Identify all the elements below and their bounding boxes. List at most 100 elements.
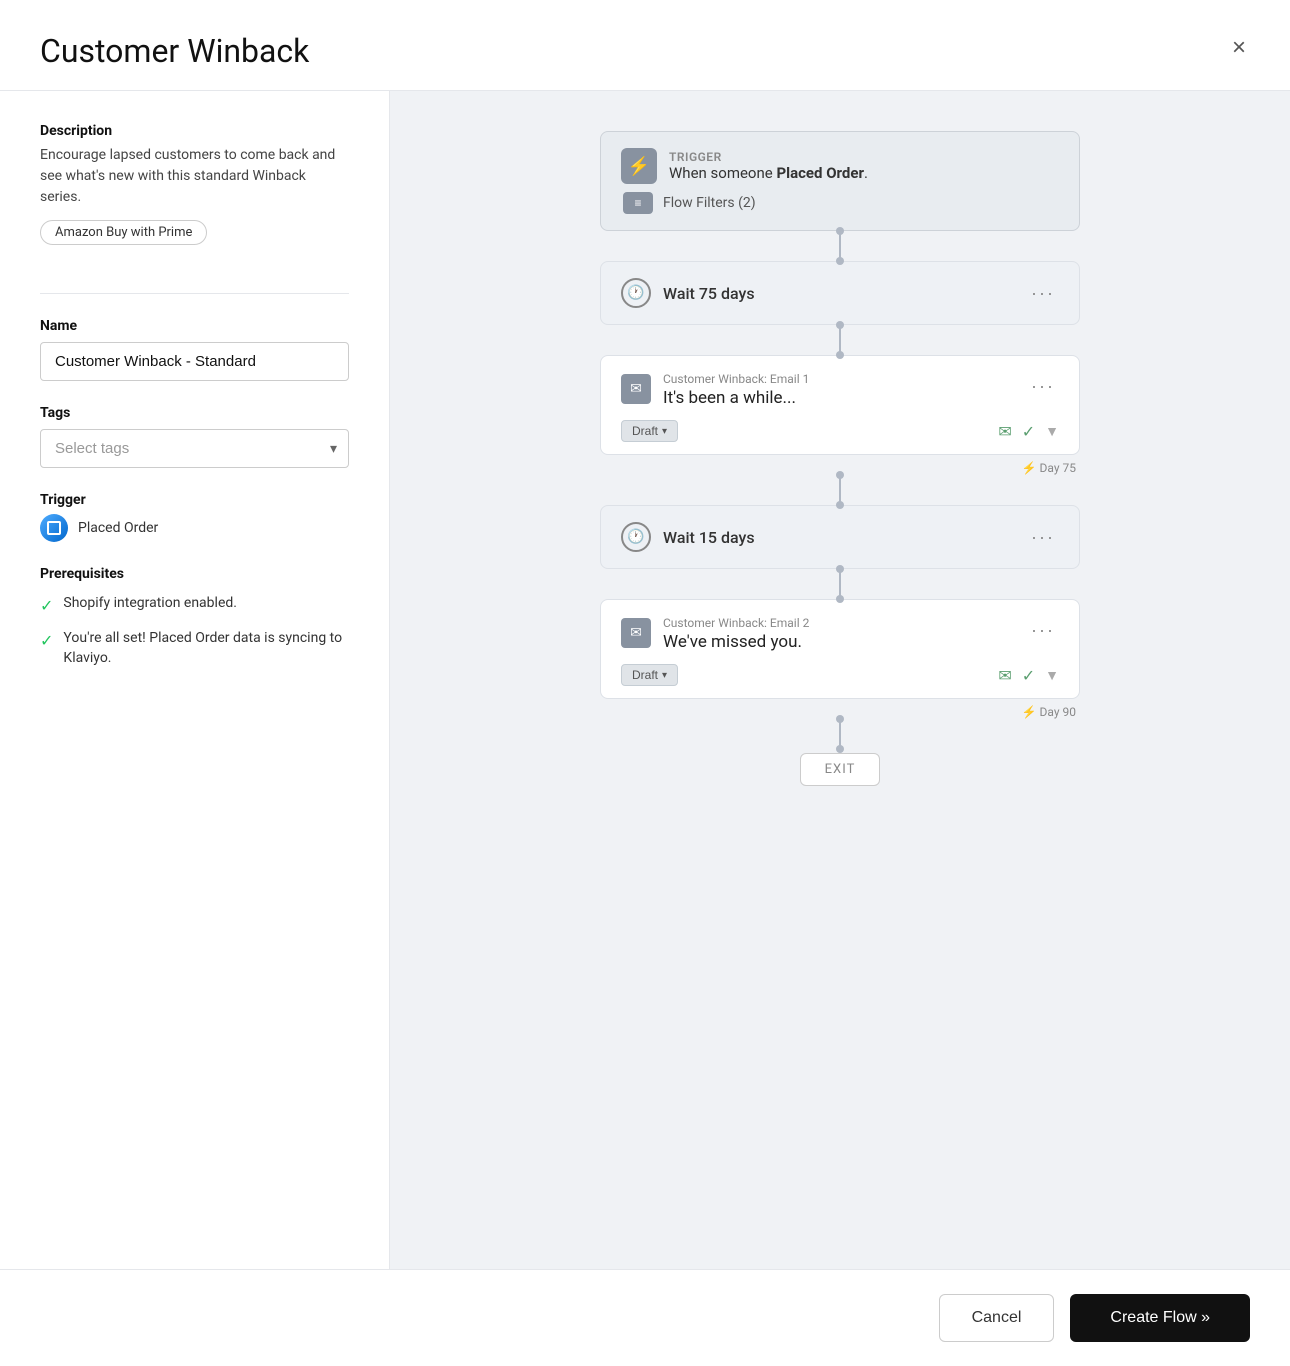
draft-badge-arrow-2: ▾ bbox=[662, 670, 667, 681]
trigger-card-text: When someone Placed Order. bbox=[669, 164, 868, 182]
email-card-2: ✉ Customer Winback: Email 2 We've missed… bbox=[600, 599, 1080, 699]
name-input[interactable] bbox=[40, 342, 349, 381]
modal-body: Description Encourage lapsed customers t… bbox=[0, 91, 1290, 1269]
flow-filters-label: Flow Filters (2) bbox=[663, 195, 756, 211]
email-2-menu-button[interactable]: ··· bbox=[1027, 616, 1059, 645]
tags-select-wrapper: Select tags ▾ bbox=[40, 429, 349, 468]
email-card-2-footer: Draft ▾ ✉ ✓ ▼ bbox=[621, 664, 1059, 686]
description-section: Description Encourage lapsed customers t… bbox=[40, 123, 349, 269]
modal: Customer Winback × Description Encourage… bbox=[0, 0, 1290, 1366]
wait-card-1: 🕐 Wait 75 days ··· bbox=[600, 261, 1080, 325]
left-panel: Description Encourage lapsed customers t… bbox=[0, 91, 390, 1269]
email-2-draft-badge[interactable]: Draft ▾ bbox=[621, 664, 678, 686]
description-text: Encourage lapsed customers to come back … bbox=[40, 145, 349, 208]
flow-container: ⚡ Trigger When someone Placed Order. ≡ F… bbox=[600, 131, 1080, 786]
email-card-2-name: Customer Winback: Email 2 bbox=[663, 616, 809, 630]
connector-dot-bottom-5 bbox=[836, 745, 844, 753]
close-button[interactable]: × bbox=[1228, 32, 1250, 64]
wait-2-menu-button[interactable]: ··· bbox=[1027, 523, 1059, 552]
email-1-draft-badge[interactable]: Draft ▾ bbox=[621, 420, 678, 442]
connector-dot-top-2 bbox=[836, 321, 844, 329]
trigger-card-label: Trigger bbox=[669, 150, 868, 164]
email-card-1-footer: Draft ▾ ✉ ✓ ▼ bbox=[621, 420, 1059, 442]
connector-2 bbox=[839, 325, 841, 355]
cancel-button[interactable]: Cancel bbox=[939, 1294, 1055, 1342]
trigger-text-prefix: When someone bbox=[669, 164, 776, 182]
tags-label: Tags bbox=[40, 405, 349, 421]
email-icon-1: ✉ bbox=[621, 374, 651, 404]
wait-card-2-left: 🕐 Wait 15 days bbox=[621, 522, 755, 552]
check-icon-2: ✓ bbox=[40, 630, 53, 652]
prerequisites-section: Prerequisites ✓ Shopify integration enab… bbox=[40, 566, 349, 669]
email-card-2-left: ✉ Customer Winback: Email 2 We've missed… bbox=[621, 616, 809, 652]
email-icon-2: ✉ bbox=[621, 618, 651, 648]
prereq-item-2: ✓ You're all set! Placed Order data is s… bbox=[40, 629, 349, 668]
trigger-card-info: Trigger When someone Placed Order. bbox=[669, 150, 868, 182]
prereq-text-1: Shopify integration enabled. bbox=[63, 594, 237, 614]
email-card-1-subject: It's been a while... bbox=[663, 388, 809, 408]
modal-title: Customer Winback bbox=[40, 32, 309, 70]
prereq-label: Prerequisites bbox=[40, 566, 349, 582]
connector-1 bbox=[839, 231, 841, 261]
trigger-text-bold: Placed Order bbox=[776, 164, 864, 182]
connector-dot-top-1 bbox=[836, 227, 844, 235]
email-1-action-icons: ✉ ✓ ▼ bbox=[998, 422, 1059, 441]
trigger-card: ⚡ Trigger When someone Placed Order. ≡ F… bbox=[600, 131, 1080, 231]
prereq-text-2: You're all set! Placed Order data is syn… bbox=[63, 629, 349, 668]
connector-3 bbox=[839, 475, 841, 505]
connector-dot-top-5 bbox=[836, 715, 844, 723]
tags-select[interactable]: Select tags bbox=[40, 429, 349, 468]
trigger-value: Placed Order bbox=[78, 520, 158, 536]
email-card-2-subject: We've missed you. bbox=[663, 632, 809, 652]
tags-placeholder: Select tags bbox=[55, 440, 129, 457]
clock-icon-2: 🕐 bbox=[621, 522, 651, 552]
right-panel: ⚡ Trigger When someone Placed Order. ≡ F… bbox=[390, 91, 1290, 1269]
connector-dot-bottom-2 bbox=[836, 351, 844, 359]
filter-icon: ≡ bbox=[623, 192, 653, 214]
email-card-1-left: ✉ Customer Winback: Email 1 It's been a … bbox=[621, 372, 809, 408]
wait-text-2: Wait 15 days bbox=[663, 528, 755, 547]
trigger-label: Trigger bbox=[40, 492, 349, 508]
email-2-action-icons: ✉ ✓ ▼ bbox=[998, 666, 1059, 685]
connector-5 bbox=[839, 719, 841, 749]
email-2-filter-icon: ▼ bbox=[1045, 667, 1059, 684]
flow-filters-row: ≡ Flow Filters (2) bbox=[621, 192, 1059, 214]
icon-inner bbox=[47, 521, 61, 535]
email-2-approve-icon: ✓ bbox=[1022, 666, 1035, 685]
email-card-2-meta: Customer Winback: Email 2 We've missed y… bbox=[663, 616, 809, 652]
email-card-1-header: ✉ Customer Winback: Email 1 It's been a … bbox=[621, 372, 1059, 408]
modal-footer: Cancel Create Flow » bbox=[0, 1269, 1290, 1366]
trigger-card-header: ⚡ Trigger When someone Placed Order. bbox=[621, 148, 1059, 184]
clock-icon-1: 🕐 bbox=[621, 278, 651, 308]
email-1-check-icon: ✉ bbox=[998, 422, 1011, 441]
email-card-1: ✉ Customer Winback: Email 1 It's been a … bbox=[600, 355, 1080, 455]
modal-header: Customer Winback × bbox=[0, 0, 1290, 91]
create-flow-button[interactable]: Create Flow » bbox=[1070, 1294, 1250, 1342]
draft-badge-arrow-1: ▾ bbox=[662, 426, 667, 437]
wait-1-menu-button[interactable]: ··· bbox=[1027, 279, 1059, 308]
wait-card-1-left: 🕐 Wait 75 days bbox=[621, 278, 755, 308]
trigger-item: Placed Order bbox=[40, 514, 349, 542]
amazon-badge: Amazon Buy with Prime bbox=[40, 220, 207, 245]
email-1-filter-icon: ▼ bbox=[1045, 423, 1059, 440]
connector-dot-top-4 bbox=[836, 565, 844, 573]
trigger-section: Trigger Placed Order bbox=[40, 492, 349, 542]
exit-box: EXIT bbox=[800, 753, 881, 786]
email-2-draft-label: Draft bbox=[632, 668, 658, 682]
connector-4 bbox=[839, 569, 841, 599]
wait-card-2: 🕐 Wait 15 days ··· bbox=[600, 505, 1080, 569]
name-field-group: Name bbox=[40, 318, 349, 381]
placed-order-icon bbox=[40, 514, 68, 542]
description-label: Description bbox=[40, 123, 349, 139]
trigger-text-end: . bbox=[864, 164, 868, 182]
email-2-check-icon: ✉ bbox=[998, 666, 1011, 685]
lightning-icon: ⚡ bbox=[621, 148, 657, 184]
email-card-1-name: Customer Winback: Email 1 bbox=[663, 372, 809, 386]
connector-dot-top-3 bbox=[836, 471, 844, 479]
prereq-item-1: ✓ Shopify integration enabled. bbox=[40, 594, 349, 617]
email-1-approve-icon: ✓ bbox=[1022, 422, 1035, 441]
tags-field-group: Tags Select tags ▾ bbox=[40, 405, 349, 468]
email-1-menu-button[interactable]: ··· bbox=[1027, 372, 1059, 401]
name-label: Name bbox=[40, 318, 349, 334]
email-card-2-header: ✉ Customer Winback: Email 2 We've missed… bbox=[621, 616, 1059, 652]
